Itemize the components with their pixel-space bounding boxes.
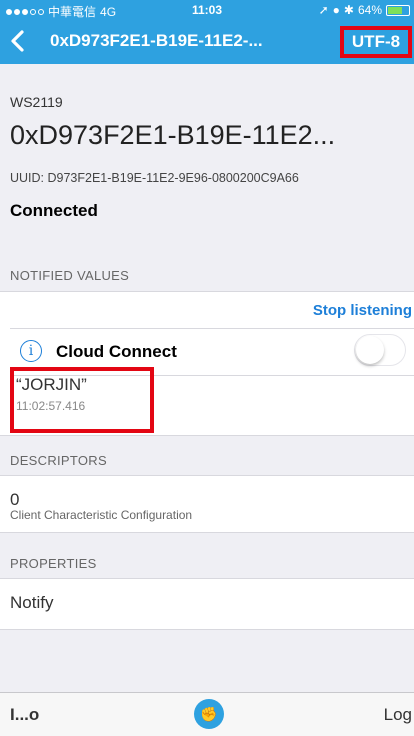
app-logo-icon[interactable]: ✊ (194, 699, 224, 729)
status-bar: 中華電信 4G 11:03 ➚ ● ✱ 64% (0, 0, 414, 20)
characteristic-title: 0xD973F2E1-B19E-11E2... (10, 120, 336, 150)
status-right: ➚ ● ✱ 64% (319, 3, 410, 17)
log-button[interactable]: Log (384, 705, 412, 725)
nav-title: 0xD973F2E1-B19E-11E2-... (50, 31, 263, 50)
back-chevron-icon[interactable] (6, 29, 30, 53)
properties-group (0, 578, 414, 630)
bluetooth-icon: ✱ (343, 3, 354, 17)
bottom-toolbar: I...o ✊ Log (0, 692, 414, 736)
toolbar-left-button[interactable]: I...o (10, 705, 39, 725)
property-notify: Notify (10, 593, 54, 612)
section-descriptors: DESCRIPTORS (10, 453, 107, 468)
info-icon[interactable]: i (20, 340, 42, 362)
notified-timestamp: 11:02:57.416 (16, 399, 86, 413)
device-name: WS2119 (10, 94, 63, 110)
utf8-button[interactable]: UTF-8 (340, 26, 412, 58)
battery-icon (386, 4, 410, 16)
uuid-line: UUID: D973F2E1-B19E-11E2-9E96-0800200C9A… (10, 171, 299, 185)
nav-bar: 0xD973F2E1-B19E-11E2-... UTF-8 (0, 20, 414, 64)
descriptor-name: Client Characteristic Configuration (10, 508, 193, 522)
cloud-connect-toggle[interactable] (354, 334, 406, 366)
battery-percent: 64% (357, 3, 382, 17)
top-bar: 中華電信 4G 11:03 ➚ ● ✱ 64% 0xD973F2E1-B19E-… (0, 0, 414, 64)
notified-value: “JORJIN” (16, 375, 87, 394)
connection-status: Connected (10, 201, 98, 220)
section-notified-values: NOTIFIED VALUES (10, 268, 130, 283)
cloud-connect-label: Cloud Connect (56, 342, 177, 361)
section-properties: PROPERTIES (10, 556, 97, 571)
alarm-icon: ● (332, 3, 340, 17)
descriptors-group (0, 475, 414, 533)
characteristic-header: WS2119 0xD973F2E1-B19E-11E2... UUID: D97… (0, 64, 414, 254)
location-icon: ➚ (318, 3, 329, 17)
stop-listening-button[interactable]: Stop listening (313, 302, 412, 319)
descriptor-value: 0 (10, 490, 20, 509)
